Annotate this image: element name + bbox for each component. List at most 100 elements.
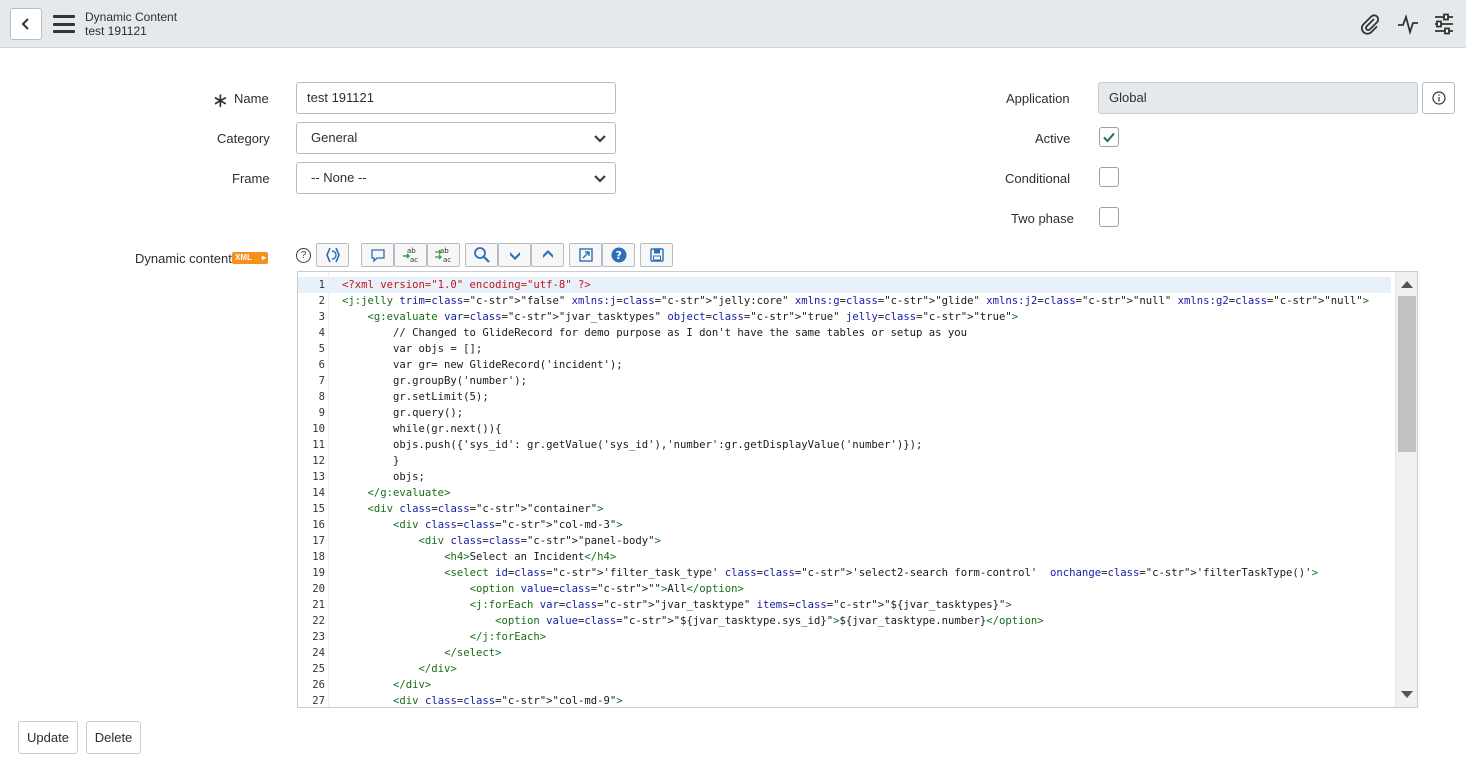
line-number: 2: [318, 295, 325, 307]
comment-icon: [370, 249, 385, 263]
find-next-button[interactable]: [498, 243, 531, 267]
two-phase-checkbox[interactable]: [1099, 207, 1119, 227]
code-text: <?xml version="1.0" encoding="utf-8" ?>: [342, 279, 591, 291]
line-number: 26: [312, 679, 325, 691]
checkmark-icon: [1103, 132, 1115, 143]
name-label: Name: [234, 91, 269, 106]
scroll-down-arrow-icon[interactable]: [1401, 691, 1413, 698]
fullscreen-button[interactable]: [569, 243, 602, 267]
find-previous-button[interactable]: [531, 243, 564, 267]
code-text: </div>: [418, 663, 457, 675]
code-line[interactable]: 1 <?xml version="1.0" encoding="utf-8" ?>: [298, 277, 1391, 293]
frame-label: Frame: [232, 171, 270, 186]
category-label: Category: [217, 131, 270, 146]
active-checkbox[interactable]: [1099, 127, 1119, 147]
code-line[interactable]: 14 </g:evaluate>: [298, 485, 1417, 501]
required-marker: ∗: [212, 90, 229, 112]
code-line[interactable]: 12 }: [298, 453, 1417, 469]
save-script-button[interactable]: [640, 243, 673, 267]
code-editor[interactable]: 1 <?xml version="1.0" encoding="utf-8" ?>…: [297, 271, 1418, 708]
find-next-icon: [509, 252, 520, 260]
code-line[interactable]: 21 <j:forEach var=class="c-str">"jvar_ta…: [298, 597, 1417, 613]
comment-button[interactable]: [361, 243, 394, 267]
line-number: 22: [312, 615, 325, 627]
code-text: // Changed to GlideRecord for demo purpo…: [342, 327, 968, 339]
replace-all-button[interactable]: ab ac: [427, 243, 460, 267]
code-text: gr.setLimit(5);: [342, 391, 489, 403]
line-number: 4: [318, 327, 325, 339]
settings-sliders-icon[interactable]: [1432, 12, 1456, 36]
svg-text:ac: ac: [443, 256, 451, 264]
code-line[interactable]: 5 var objs = [];: [298, 341, 1417, 357]
line-number: 10: [312, 423, 325, 435]
code-line[interactable]: 11 objs.push({'sys_id': gr.getValue('sys…: [298, 437, 1417, 453]
code-line[interactable]: 22 <option value=class="c-str">"${jvar_t…: [298, 613, 1417, 629]
xml-badge: XML ▸: [232, 252, 268, 264]
code-line[interactable]: 27 <div class=class="c-str">"col-md-9">: [298, 693, 1417, 707]
code-line[interactable]: 4 // Changed to GlideRecord for demo pur…: [298, 325, 1417, 341]
paperclip-icon[interactable]: [1358, 12, 1382, 36]
line-number: 14: [312, 487, 325, 499]
code-line[interactable]: 7 gr.groupBy('number');: [298, 373, 1417, 389]
code-line[interactable]: 17 <div class=class="c-str">"panel-body"…: [298, 533, 1417, 549]
svg-text:ab: ab: [407, 247, 416, 255]
code-line[interactable]: 10 while(gr.next()){: [298, 421, 1417, 437]
code-line[interactable]: 23 </j:forEach>: [298, 629, 1417, 645]
search-button[interactable]: [465, 243, 498, 267]
code-line[interactable]: 16 <div class=class="c-str">"col-md-3">: [298, 517, 1417, 533]
code-text: <j:jelly trim=class="c-str">"false" xmln…: [342, 295, 1370, 307]
code-line[interactable]: 13 objs;: [298, 469, 1417, 485]
code-line[interactable]: 18 <h4>Select an Incident</h4>: [298, 549, 1417, 565]
code-text: <h4>Select an Incident</h4>: [444, 551, 617, 563]
code-line[interactable]: 2 <j:jelly trim=class="c-str">"false" xml…: [298, 293, 1417, 309]
line-number: 18: [312, 551, 325, 563]
editor-scrollbar[interactable]: [1395, 272, 1417, 707]
code-line[interactable]: 15 <div class=class="c-str">"container">: [298, 501, 1417, 517]
replace-button[interactable]: ab ac: [394, 243, 427, 267]
code-text: gr.query();: [342, 407, 464, 419]
code-line[interactable]: 26 </div>: [298, 677, 1417, 693]
activity-pulse-icon[interactable]: [1396, 12, 1420, 36]
code-line[interactable]: 8 gr.setLimit(5);: [298, 389, 1417, 405]
conditional-checkbox[interactable]: [1099, 167, 1119, 187]
fullscreen-icon: [578, 248, 593, 262]
dynamic-content-label: Dynamic content: [135, 251, 232, 266]
scroll-thumb[interactable]: [1398, 296, 1416, 452]
line-number: 11: [312, 439, 325, 451]
code-lines: 1 <?xml version="1.0" encoding="utf-8" ?>…: [298, 277, 1417, 707]
delete-button[interactable]: Delete: [86, 721, 141, 754]
line-number: 7: [318, 375, 325, 387]
code-line[interactable]: 20 <option value=class="c-str">"">All</o…: [298, 581, 1417, 597]
code-text: var gr= new GlideRecord('incident');: [342, 359, 623, 371]
code-text: </g:evaluate>: [367, 487, 451, 499]
search-icon: [473, 247, 490, 263]
line-number: 21: [312, 599, 325, 611]
category-select[interactable]: General: [296, 122, 616, 154]
back-button[interactable]: [10, 8, 42, 40]
code-text: <div class=class="c-str">"col-md-3">: [393, 519, 623, 531]
code-line[interactable]: 9 gr.query();: [298, 405, 1417, 421]
line-number: 3: [318, 311, 325, 323]
code-line[interactable]: 19 <select id=class="c-str">'filter_task…: [298, 565, 1417, 581]
code-text: var objs = [];: [342, 343, 483, 355]
editor-help-button[interactable]: ?: [602, 243, 635, 267]
scroll-up-arrow-icon[interactable]: [1401, 281, 1413, 288]
code-line[interactable]: 6 var gr= new GlideRecord('incident');: [298, 357, 1417, 373]
frame-value: -- None --: [311, 170, 367, 185]
name-field[interactable]: test 191121: [296, 82, 616, 114]
code-text: </div>: [393, 679, 432, 691]
frame-select[interactable]: -- None --: [296, 162, 616, 194]
code-line[interactable]: 24 </select>: [298, 645, 1417, 661]
line-number: 17: [312, 535, 325, 547]
line-number: 25: [312, 663, 325, 675]
format-code-button[interactable]: [316, 243, 349, 267]
info-button[interactable]: [1422, 82, 1455, 114]
hamburger-menu-icon[interactable]: [53, 15, 75, 33]
code-line[interactable]: 3 <g:evaluate var=class="c-str">"jvar_ta…: [298, 309, 1417, 325]
code-line[interactable]: 25 </div>: [298, 661, 1417, 677]
replace-all-icon: abac: [434, 247, 451, 264]
chevron-down-icon: [594, 175, 606, 183]
update-button[interactable]: Update: [18, 721, 78, 754]
code-text: <div class=class="c-str">"col-md-9">: [393, 695, 623, 707]
help-icon[interactable]: ?: [296, 248, 311, 263]
